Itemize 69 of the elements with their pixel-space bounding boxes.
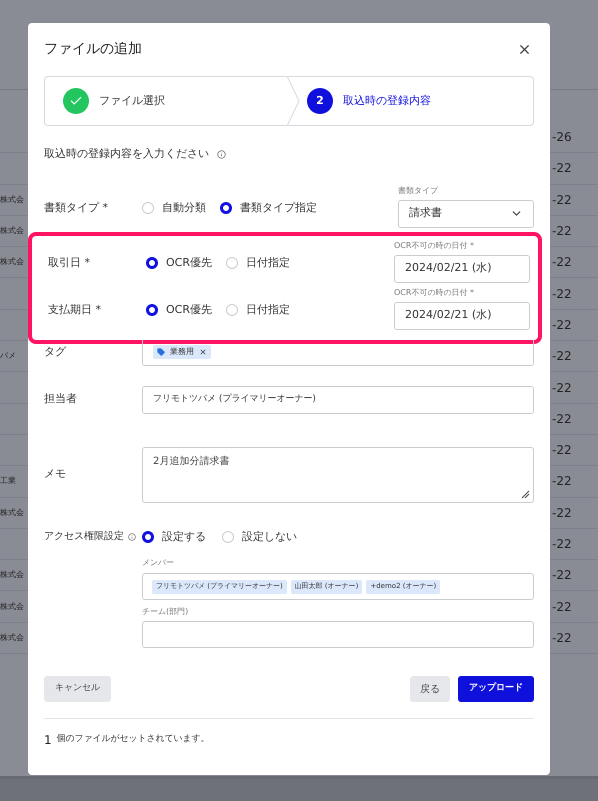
field-caption: チーム(部門) [142,606,190,618]
field-caption: 書類タイプ [398,184,440,196]
table-cell-text: -22 [552,630,573,647]
field-label: アクセス権限設定 [44,530,124,544]
table-cell-text: -22 [552,223,573,240]
date-field[interactable]: 2024/02/21 (水) [394,302,530,330]
table-cell: 株式会 [0,225,24,238]
info-icon [217,150,226,159]
table-cell-text: -22 [552,160,573,178]
field-label: 取引日 * [48,255,91,271]
radio-option[interactable]: 日付指定 [226,302,290,318]
step-label: 取込時の登録内容 [343,92,431,109]
radio-option[interactable]: 自動分類 [142,200,206,216]
table-cell-text: -22 [552,192,573,209]
file-count-text: 個のファイルがセットされています。 [56,733,210,746]
field-caption: メンバー [142,557,175,569]
tag-chip: 業務用 [153,345,211,359]
table-cell: 工業 [0,475,16,488]
radio-option[interactable]: 設定しない [222,528,297,545]
table-cell-text: -22 [552,442,573,460]
resize-handle-icon [521,490,530,498]
team-field[interactable] [142,621,534,648]
table-cell-text: -22 [552,473,573,490]
table-cell: 株式会 [0,256,24,268]
table-cell-text: -22 [552,348,573,366]
table-cell-text: -22 [552,567,573,584]
date-field[interactable]: 2024/02/21 (水) [394,254,530,282]
back-button[interactable]: 戻る [410,676,450,702]
field-caption: OCR不可の時の日付 * [394,286,475,298]
assignee-field[interactable]: フリモトツバメ (プライマリーオーナー) [142,386,534,414]
table-cell-text: -22 [552,504,573,522]
instruction-text: 取込時の登録内容を入力ください [44,146,209,162]
remove-icon[interactable] [199,348,207,356]
table-cell: 株式会 [0,569,24,582]
tag-icon [157,348,165,356]
file-count: 1 [44,732,52,749]
table-cell-text: -22 [552,380,573,397]
radio-option[interactable]: 書類タイプ指定 [220,200,317,216]
field-label: 支払期日 * [48,302,102,318]
table-cell-text: -26 [552,129,573,146]
tag-field[interactable]: 業務用 [142,340,534,366]
table-cell: 株式会 [0,600,24,613]
table-cell: 株式会 [0,194,24,206]
field-label: 担当者 [44,391,78,408]
document-type-select[interactable]: 請求書 [398,200,534,228]
table-cell-text: -22 [552,316,573,334]
step-label: ファイル選択 [99,92,165,109]
table-cell: 株式会 [0,506,24,519]
dialog-title: ファイルの追加 [44,40,142,58]
field-label: タグ [44,344,68,360]
info-icon [128,532,136,541]
radio-option[interactable]: OCR優先 [146,302,212,318]
table-cell-text: -22 [552,598,573,616]
radio-option[interactable]: 日付指定 [226,255,290,272]
upload-button[interactable]: アップロード [458,676,534,702]
radio-option[interactable]: 設定する [142,528,206,545]
step-number: 2 [307,88,333,114]
table-cell-text: -22 [552,254,573,272]
memo-field[interactable]: 2月追加分請求書 [142,446,534,502]
table-cell: 株式会 [0,632,24,644]
table-cell-text: -22 [552,536,573,553]
field-caption: OCR不可の時の日付 * [394,240,475,252]
field-label: メモ [44,466,67,482]
table-cell-text: -22 [552,410,573,428]
table-cell: バメ [0,350,16,362]
field-label: 書類タイプ * [44,200,109,216]
cancel-button[interactable]: キャンセル [44,676,111,702]
radio-option[interactable]: OCR優先 [146,255,212,272]
table-cell-text: -22 [552,286,573,303]
